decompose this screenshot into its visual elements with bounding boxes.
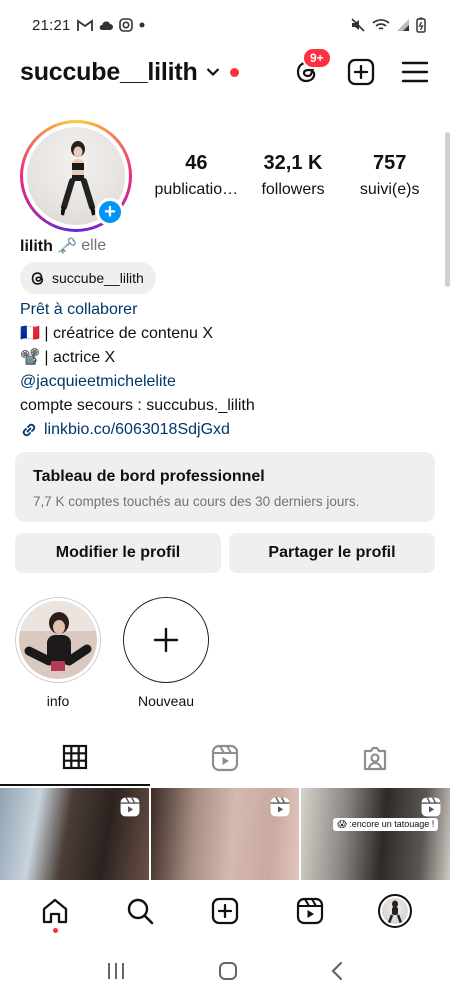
back-icon[interactable]	[329, 960, 345, 982]
tab-tagged[interactable]	[300, 730, 450, 786]
tab-posts-grid[interactable]	[0, 730, 150, 786]
bio-line: compte secours : succubus._lilith	[20, 397, 255, 414]
bio-line: 📽️ | actrice X	[20, 349, 116, 366]
avatar	[382, 898, 409, 924]
stat-value: 46	[185, 152, 208, 174]
dashboard-title: Tableau de bord professionnel	[33, 468, 265, 485]
home-button-icon[interactable]	[217, 960, 239, 982]
profile-name-row: lilith 🗝️ elle	[20, 236, 106, 256]
status-time: 21:21	[32, 16, 71, 34]
bottom-navigation	[0, 880, 450, 942]
menu-button[interactable]	[400, 57, 430, 87]
pronoun: elle	[81, 237, 107, 254]
share-profile-button[interactable]: Partager le profil	[229, 533, 435, 573]
plus-icon	[153, 627, 179, 653]
profile-stats: 46 publicatio… 32,1 K followers 757 suiv…	[148, 152, 438, 199]
threads-badge: 9+	[302, 47, 332, 69]
highlight-cover	[19, 601, 97, 679]
story-highlights: info Nouveau	[15, 597, 209, 709]
nav-create[interactable]	[205, 891, 245, 931]
mute-icon	[351, 18, 365, 32]
grid-post[interactable]	[0, 788, 149, 880]
stat-followers[interactable]: 32,1 K followers	[245, 152, 342, 199]
stat-label: publicatio…	[154, 181, 239, 198]
tagged-user-icon	[363, 746, 387, 771]
reels-icon	[421, 797, 441, 817]
grid-icon	[62, 744, 88, 770]
scrollbar[interactable]	[445, 132, 450, 287]
hamburger-menu-icon	[401, 61, 429, 83]
nav-home-dot	[52, 928, 58, 933]
link-icon	[22, 423, 36, 437]
username-switcher[interactable]: succube__lilith	[20, 58, 198, 87]
grid-post[interactable]: 😱 :encore un tatouage !	[301, 788, 450, 880]
bio-external-link[interactable]: linkbio.co/6063018SdjGxd	[20, 418, 440, 442]
stat-posts[interactable]: 46 publicatio…	[148, 152, 245, 199]
tab-reels[interactable]	[150, 730, 300, 786]
system-navigation	[0, 942, 450, 1000]
dashboard-subtitle: 7,7 K comptes touchés au cours des 30 de…	[33, 494, 360, 509]
nav-home[interactable]	[35, 891, 75, 933]
dot-icon	[139, 22, 145, 28]
highlight-label: Nouveau	[137, 693, 195, 709]
display-name: lilith 🗝️	[20, 238, 78, 255]
stat-label: suivi(e)s	[359, 181, 420, 198]
stat-value: 757	[372, 152, 407, 174]
profile-content-tabs	[0, 730, 450, 786]
search-icon	[127, 898, 154, 925]
battery-icon	[416, 17, 426, 33]
link-text: linkbio.co/6063018SdjGxd	[44, 421, 230, 438]
add-story-button[interactable]: +	[96, 198, 124, 226]
edit-profile-button[interactable]: Modifier le profil	[15, 533, 221, 573]
reels-icon	[120, 797, 140, 817]
reels-icon	[297, 897, 324, 925]
posts-grid: 😱 :encore un tatouage !	[0, 788, 450, 880]
threads-button[interactable]: 9+	[292, 47, 332, 87]
status-bar: 21:21	[0, 0, 450, 50]
reels-icon	[211, 744, 239, 772]
nav-search[interactable]	[120, 891, 160, 931]
stat-label: followers	[261, 181, 325, 198]
threads-handle: succube__lilith	[52, 270, 144, 286]
bio-mention-link[interactable]: @jacquieetmichelelite	[20, 370, 440, 394]
plus-square-icon	[347, 58, 375, 86]
gmail-icon	[76, 18, 93, 31]
profile-category[interactable]: Prêt à collaborer	[20, 298, 440, 322]
create-button[interactable]	[346, 57, 376, 87]
plus-square-icon	[211, 897, 239, 925]
highlight-info[interactable]: info	[15, 597, 101, 709]
bio-line: 🇫🇷 | créatrice de contenu X	[20, 325, 214, 342]
highlight-label: info	[46, 693, 70, 709]
professional-dashboard[interactable]: Tableau de bord professionnel 7,7 K comp…	[15, 452, 435, 522]
threads-profile-chip[interactable]: succube__lilith	[20, 262, 156, 294]
chevron-down-icon[interactable]	[206, 67, 220, 77]
stat-value: 32,1 K	[263, 152, 323, 174]
reels-icon	[270, 797, 290, 817]
wifi-icon	[372, 19, 390, 30]
recent-apps-icon[interactable]	[105, 961, 127, 981]
nav-profile[interactable]	[375, 891, 415, 931]
signal-icon	[397, 19, 409, 31]
grid-post[interactable]	[150, 788, 300, 880]
profile-header: succube__lilith 9+	[0, 47, 450, 92]
profile-actions: Modifier le profil Partager le profil	[15, 533, 435, 573]
nav-reels[interactable]	[290, 891, 330, 931]
instagram-icon	[118, 18, 133, 32]
new-highlight-button[interactable]: Nouveau	[123, 597, 209, 709]
profile-bio: Prêt à collaborer 🇫🇷 | créatrice de cont…	[20, 298, 440, 442]
cloud-icon	[99, 21, 113, 30]
threads-icon	[31, 271, 44, 285]
home-icon	[42, 898, 67, 924]
post-caption-overlay: 😱 :encore un tatouage !	[333, 818, 439, 831]
stat-following[interactable]: 757 suivi(e)s	[341, 152, 438, 199]
notification-dot	[229, 67, 239, 77]
